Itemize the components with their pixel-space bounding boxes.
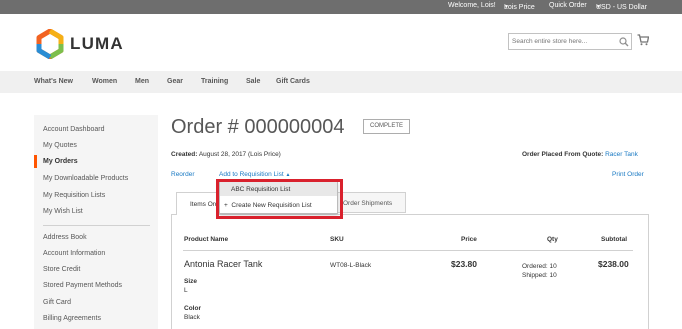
- luma-logo-icon[interactable]: [35, 29, 65, 59]
- column-header-price: Price: [461, 236, 477, 243]
- nav-item-whats-new[interactable]: What's New: [34, 78, 73, 85]
- page-title: Order # 000000004: [171, 116, 345, 138]
- created-value: August 28, 2017 (Lois Price): [198, 151, 281, 158]
- sidebar-item-my-requisition-lists[interactable]: My Requisition Lists: [43, 192, 105, 199]
- quote-link[interactable]: Racer Tank: [605, 151, 638, 158]
- column-header-qty: Qty: [547, 236, 558, 243]
- option-label-size: Size: [184, 278, 198, 285]
- cart-icon[interactable]: [637, 34, 649, 46]
- product-subtotal: $238.00: [598, 259, 629, 269]
- product-qty: Ordered: 10 Shipped: 10: [522, 262, 557, 280]
- column-header-sku: SKU: [330, 236, 344, 243]
- order-items-panel: [171, 214, 649, 329]
- sidebar-item-gift-card[interactable]: Gift Card: [43, 299, 71, 306]
- logo-text[interactable]: LUMA: [70, 34, 124, 54]
- product-sku: WT08-L-Black: [330, 262, 372, 269]
- product-name: Antonia Racer Tank: [184, 259, 263, 269]
- nav-item-women[interactable]: Women: [92, 78, 117, 85]
- product-price: $23.80: [451, 259, 477, 269]
- option-label-color: Color: [184, 305, 201, 312]
- print-order-link[interactable]: Print Order: [612, 171, 644, 178]
- sidebar-item-account-dashboard[interactable]: Account Dashboard: [43, 126, 104, 133]
- add-to-requisition-label: Add to Requisition List: [219, 171, 284, 178]
- sidebar-divider: [43, 225, 150, 226]
- sidebar-item-my-quotes[interactable]: My Quotes: [43, 142, 77, 149]
- sidebar-item-stored-payment-methods[interactable]: Stored Payment Methods: [43, 282, 122, 289]
- reorder-link[interactable]: Reorder: [171, 171, 194, 178]
- option-value-size: L: [184, 287, 188, 294]
- order-quote-source: Order Placed From Quote: Racer Tank: [522, 151, 638, 158]
- sidebar-item-address-book[interactable]: Address Book: [43, 234, 87, 241]
- annotation-highlight-box: [216, 179, 343, 219]
- nav-item-training[interactable]: Training: [201, 78, 228, 85]
- chevron-down-icon: ▼: [596, 4, 601, 10]
- currency-label: USD - US Dollar: [596, 4, 647, 11]
- active-indicator: [34, 155, 37, 168]
- search-box[interactable]: [508, 33, 632, 50]
- chevron-up-icon: ▲: [285, 172, 291, 178]
- nav-item-men[interactable]: Men: [135, 78, 149, 85]
- account-sidebar: Account Dashboard My Quotes My Orders My…: [34, 115, 158, 329]
- qty-shipped: Shipped: 10: [522, 272, 557, 279]
- order-created-date: Created: August 28, 2017 (Lois Price): [171, 151, 281, 158]
- table-header-divider: [183, 250, 633, 251]
- sidebar-item-billing-agreements[interactable]: Billing Agreements: [43, 315, 101, 322]
- quick-order-link[interactable]: Quick Order: [549, 2, 587, 9]
- top-bar: Welcome, Lois! Lois Price ▼ Quick Order …: [0, 0, 682, 14]
- sidebar-item-my-wish-list[interactable]: My Wish List: [43, 208, 83, 215]
- main-navigation: What's New Women Men Gear Training Sale …: [0, 71, 682, 93]
- qty-ordered: Ordered: 10: [522, 263, 557, 270]
- add-to-requisition-list-button[interactable]: Add to Requisition List ▲: [219, 171, 290, 178]
- nav-item-gear[interactable]: Gear: [167, 78, 183, 85]
- option-value-color: Black: [184, 314, 200, 321]
- status-badge: COMPLETE: [363, 119, 410, 134]
- column-header-product-name: Product Name: [184, 236, 229, 243]
- sidebar-item-account-information[interactable]: Account Information: [43, 250, 105, 257]
- nav-item-gift-cards[interactable]: Gift Cards: [276, 78, 310, 85]
- search-input[interactable]: [512, 35, 616, 48]
- column-header-subtotal: Subtotal: [601, 236, 627, 243]
- search-icon[interactable]: [619, 37, 629, 47]
- sidebar-item-my-downloadable-products[interactable]: My Downloadable Products: [43, 175, 128, 182]
- welcome-text: Welcome, Lois!: [448, 2, 496, 9]
- tab-items-ordered[interactable]: Items Ordered: [176, 192, 220, 215]
- chevron-down-icon: ▼: [504, 4, 509, 10]
- sidebar-item-store-credit[interactable]: Store Credit: [43, 266, 80, 273]
- created-label: Created:: [171, 151, 198, 158]
- quote-label: Order Placed From Quote:: [522, 151, 604, 158]
- nav-item-sale[interactable]: Sale: [246, 78, 260, 85]
- sidebar-item-my-orders[interactable]: My Orders: [43, 158, 78, 165]
